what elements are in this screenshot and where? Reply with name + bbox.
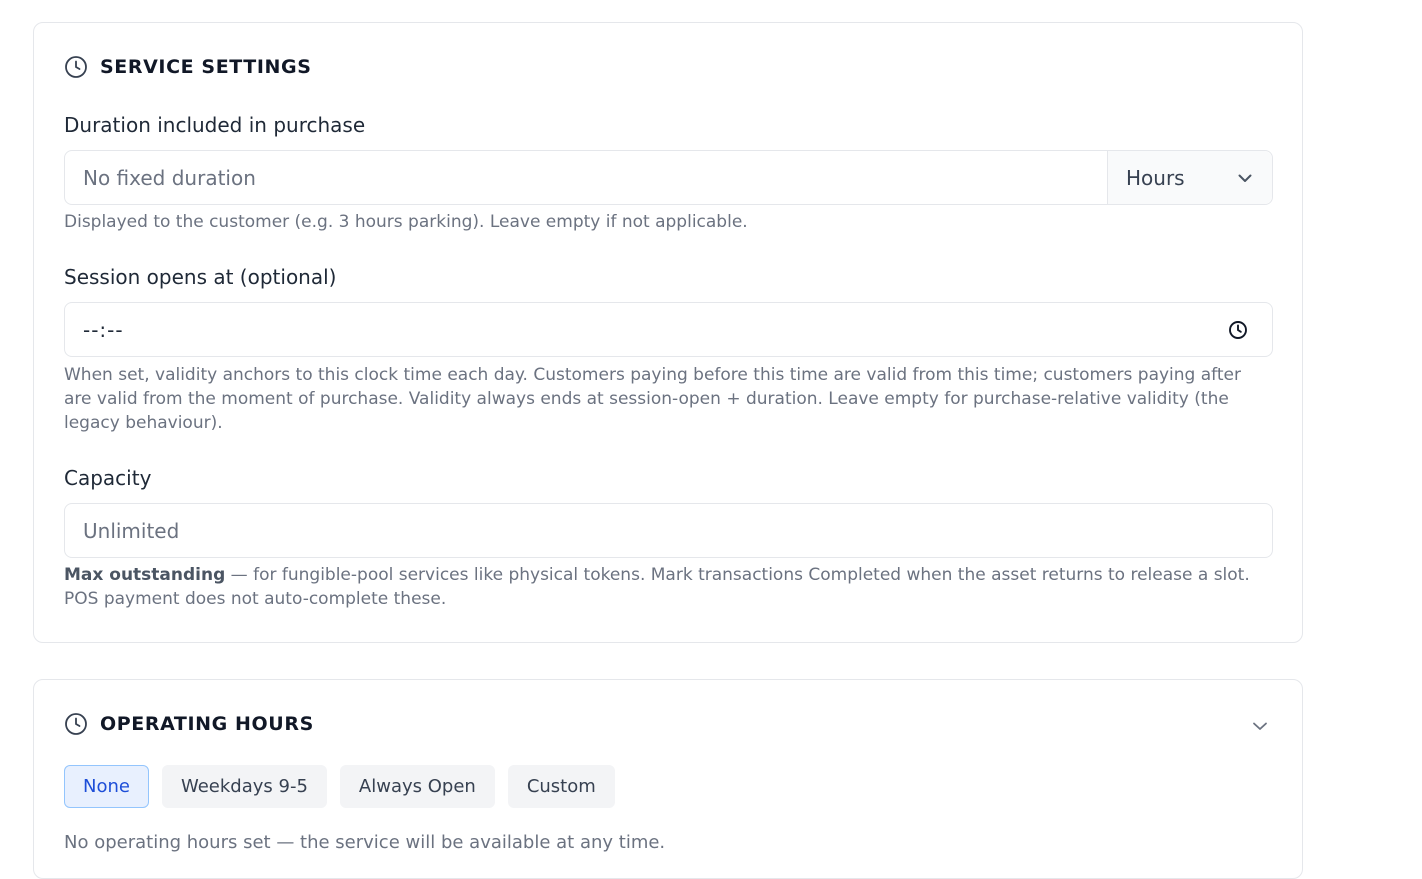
operating-hours-card: OPERATING HOURS None Weekdays 9-5 Always… bbox=[33, 679, 1303, 879]
service-settings-card: SERVICE SETTINGS Duration included in pu… bbox=[33, 22, 1303, 643]
duration-unit-select[interactable]: Hours bbox=[1107, 151, 1272, 204]
operating-hours-note: No operating hours set — the service wil… bbox=[64, 832, 666, 853]
capacity-input[interactable]: Unlimited bbox=[83, 504, 179, 557]
clock-icon bbox=[64, 55, 88, 79]
chevron-down-icon[interactable] bbox=[1250, 716, 1270, 736]
section-title: OPERATING HOURS bbox=[100, 713, 314, 735]
duration-input[interactable]: No fixed duration bbox=[83, 151, 256, 204]
session-opens-label: Session opens at (optional) bbox=[64, 265, 337, 289]
preset-none-button[interactable]: None bbox=[64, 765, 149, 808]
duration-label: Duration included in purchase bbox=[64, 113, 366, 137]
duration-help: Displayed to the customer (e.g. 3 hours … bbox=[64, 212, 748, 232]
preset-always-open-button[interactable]: Always Open bbox=[339, 765, 495, 808]
capacity-label: Capacity bbox=[64, 466, 152, 490]
capacity-help-strong: Max outstanding bbox=[64, 565, 226, 585]
clock-icon bbox=[64, 712, 88, 736]
preset-custom-button[interactable]: Custom bbox=[507, 765, 615, 808]
clock-icon[interactable] bbox=[1228, 320, 1248, 340]
duration-unit-value: Hours bbox=[1126, 165, 1185, 190]
operating-hours-header[interactable]: OPERATING HOURS bbox=[64, 712, 314, 736]
chevron-down-icon bbox=[1236, 169, 1254, 187]
capacity-input-group: Unlimited bbox=[64, 503, 1273, 558]
session-opens-input[interactable]: --:-- bbox=[64, 302, 1273, 357]
session-opens-help: When set, validity anchors to this clock… bbox=[64, 365, 1241, 433]
duration-input-group: No fixed duration Hours bbox=[64, 150, 1273, 205]
preset-weekdays-button[interactable]: Weekdays 9-5 bbox=[161, 765, 327, 808]
service-settings-header: SERVICE SETTINGS bbox=[64, 55, 311, 79]
session-opens-value: --:-- bbox=[83, 317, 124, 342]
capacity-help-body: — for fungible-pool services like physic… bbox=[64, 565, 1250, 609]
capacity-help: Max outstanding — for fungible-pool serv… bbox=[64, 563, 1264, 611]
operating-hours-presets: None Weekdays 9-5 Always Open Custom bbox=[64, 765, 615, 808]
section-title: SERVICE SETTINGS bbox=[100, 56, 312, 78]
